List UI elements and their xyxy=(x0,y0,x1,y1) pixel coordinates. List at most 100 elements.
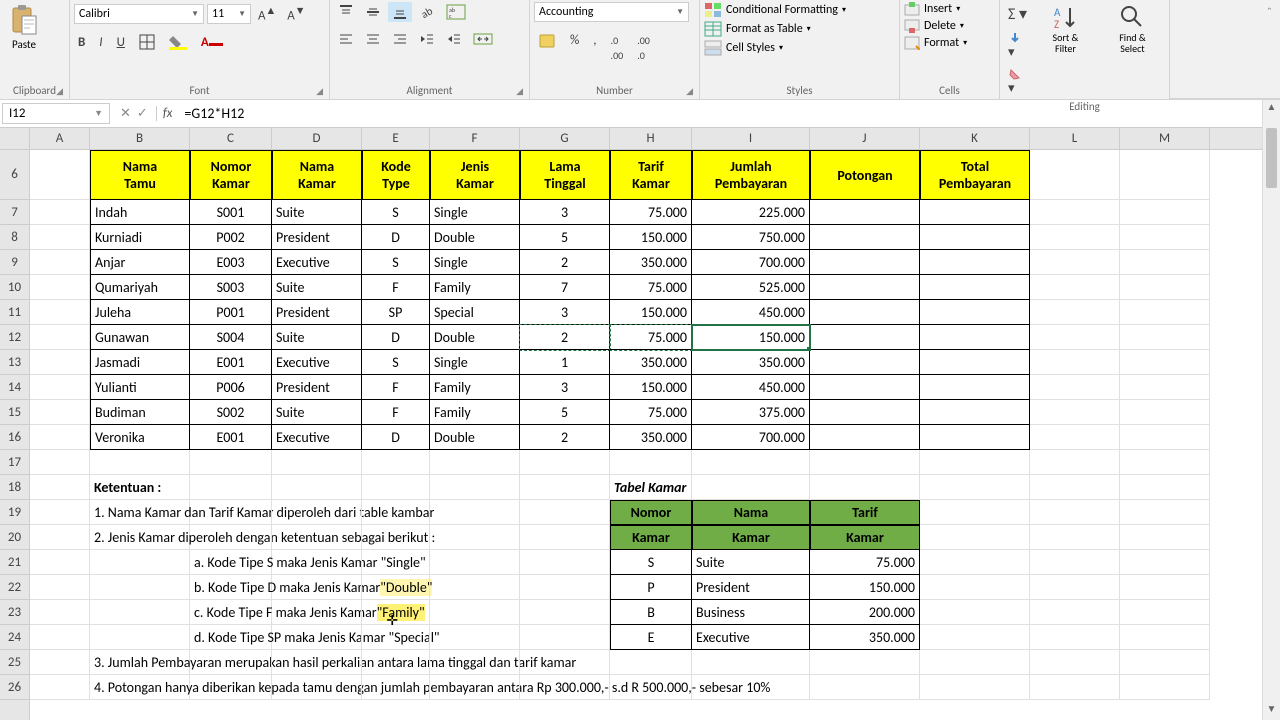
cell[interactable] xyxy=(430,675,520,700)
cell[interactable] xyxy=(272,500,362,525)
subnote-23[interactable]: c. Kode Tipe F maka Jenis Kamar "Fa✛mily… xyxy=(190,600,272,625)
cell-F9[interactable]: Single xyxy=(430,250,520,275)
cell-C12[interactable]: S004 xyxy=(190,325,272,350)
cell[interactable] xyxy=(810,475,920,500)
cell-K13[interactable] xyxy=(920,350,1030,375)
cell-K15[interactable] xyxy=(920,400,1030,425)
cell-H15[interactable]: 75.000 xyxy=(610,400,692,425)
currency-button[interactable] xyxy=(534,31,560,65)
cell-styles-button[interactable]: Cell Styles▾ xyxy=(704,40,783,56)
cell[interactable] xyxy=(520,475,610,500)
cell[interactable] xyxy=(272,625,362,650)
cell[interactable] xyxy=(1120,225,1210,250)
cell-K16[interactable] xyxy=(920,425,1030,450)
rt-hdr[interactable]: Nama xyxy=(692,500,810,525)
align-bottom-button[interactable] xyxy=(388,2,412,22)
rt-hdr[interactable]: Tarif xyxy=(810,500,920,525)
rt-hdr[interactable]: Kamar xyxy=(610,525,692,550)
rt-code[interactable]: P xyxy=(610,575,692,600)
clear-button[interactable]: ▾ xyxy=(1004,65,1031,98)
cell[interactable] xyxy=(1030,425,1120,450)
rt-rate[interactable]: 350.000 xyxy=(810,625,920,650)
cell-G8[interactable]: 5 xyxy=(520,225,610,250)
cell[interactable] xyxy=(272,475,362,500)
scroll-up-button[interactable]: ▲ xyxy=(1263,100,1280,118)
cancel-formula-button[interactable]: ✕ xyxy=(120,106,131,121)
row-header-12[interactable]: 12 xyxy=(0,325,29,350)
cell-D15[interactable]: Suite xyxy=(272,400,362,425)
cell-G16[interactable]: 2 xyxy=(520,425,610,450)
row-header-11[interactable]: 11 xyxy=(0,300,29,325)
cell-J14[interactable] xyxy=(810,375,920,400)
fill-button[interactable]: ▾ xyxy=(1004,29,1031,62)
cell[interactable] xyxy=(430,575,520,600)
cell[interactable] xyxy=(1030,375,1120,400)
cell-A12[interactable] xyxy=(30,325,90,350)
cell[interactable] xyxy=(430,650,520,675)
header-H[interactable]: TarifKamar xyxy=(610,150,692,200)
wrap-text-button[interactable]: abc xyxy=(442,2,470,22)
cell-E14[interactable]: F xyxy=(362,375,430,400)
cell[interactable] xyxy=(1030,525,1120,550)
row-header-24[interactable]: 24 xyxy=(0,625,29,650)
comma-button[interactable]: , xyxy=(589,31,600,65)
collapse-ribbon-button[interactable]: ˆ xyxy=(1263,4,1276,23)
row-header-25[interactable]: 25 xyxy=(0,650,29,675)
rt-rate[interactable]: 200.000 xyxy=(810,600,920,625)
cell-F10[interactable]: Family xyxy=(430,275,520,300)
cell-K11[interactable] xyxy=(920,300,1030,325)
row-header-19[interactable]: 19 xyxy=(0,500,29,525)
cell-B8[interactable]: Kurniadi xyxy=(90,225,190,250)
cell-I10[interactable]: 525.000 xyxy=(692,275,810,300)
cell[interactable] xyxy=(190,500,272,525)
cell[interactable] xyxy=(1030,500,1120,525)
cell[interactable] xyxy=(1120,525,1210,550)
cell[interactable] xyxy=(1030,625,1120,650)
cell-F16[interactable]: Double xyxy=(430,425,520,450)
cell-G11[interactable]: 3 xyxy=(520,300,610,325)
note-25[interactable]: 3. Jumlah Pembayaran merupakan hasil per… xyxy=(90,650,190,675)
row-header-20[interactable]: 20 xyxy=(0,525,29,550)
cell-C8[interactable]: P002 xyxy=(190,225,272,250)
cell-E13[interactable]: S xyxy=(362,350,430,375)
row-header-18[interactable]: 18 xyxy=(0,475,29,500)
col-header-L[interactable]: L xyxy=(1030,128,1120,149)
cell[interactable] xyxy=(1120,400,1210,425)
cell-D7[interactable]: Suite xyxy=(272,200,362,225)
cell-A11[interactable] xyxy=(30,300,90,325)
cell[interactable] xyxy=(430,525,520,550)
subnote-22[interactable]: b. Kode Tipe D maka Jenis Kamar "Double" xyxy=(190,575,272,600)
cell-F13[interactable]: Single xyxy=(430,350,520,375)
fill-color-button[interactable] xyxy=(165,32,191,52)
cell[interactable] xyxy=(1120,200,1210,225)
cell-D11[interactable]: President xyxy=(272,300,362,325)
cell-F7[interactable]: Single xyxy=(430,200,520,225)
row-header-21[interactable]: 21 xyxy=(0,550,29,575)
font-size-combo[interactable]: 11▼ xyxy=(207,4,251,24)
cell[interactable] xyxy=(1120,150,1210,200)
cell-E12[interactable]: D xyxy=(362,325,430,350)
cell[interactable] xyxy=(1030,325,1120,350)
cell-D8[interactable]: President xyxy=(272,225,362,250)
cell-C10[interactable]: S003 xyxy=(190,275,272,300)
col-header-G[interactable]: G xyxy=(520,128,610,149)
cell[interactable] xyxy=(1120,300,1210,325)
format-as-table-button[interactable]: Format as Table▾ xyxy=(704,21,811,37)
cell[interactable] xyxy=(1120,250,1210,275)
cell[interactable] xyxy=(610,450,692,475)
orientation-button[interactable]: ab xyxy=(415,2,439,22)
cell[interactable] xyxy=(1120,675,1210,700)
cell-E16[interactable]: D xyxy=(362,425,430,450)
sort-filter-button[interactable]: AZSort & Filter xyxy=(1035,2,1096,56)
col-header-E[interactable]: E xyxy=(362,128,430,149)
cell-K7[interactable] xyxy=(920,200,1030,225)
cell[interactable] xyxy=(1030,350,1120,375)
cell-K10[interactable] xyxy=(920,275,1030,300)
cell[interactable] xyxy=(30,575,90,600)
subnote-24[interactable]: d. Kode Tipe SP maka Jenis Kamar "Specia… xyxy=(190,625,272,650)
header-J[interactable]: Potongan xyxy=(810,150,920,200)
cell[interactable] xyxy=(1030,225,1120,250)
cell[interactable] xyxy=(1120,625,1210,650)
note-20[interactable]: 2. Jenis Kamar diperoleh dengan ketentua… xyxy=(90,525,190,550)
cell-C14[interactable]: P006 xyxy=(190,375,272,400)
